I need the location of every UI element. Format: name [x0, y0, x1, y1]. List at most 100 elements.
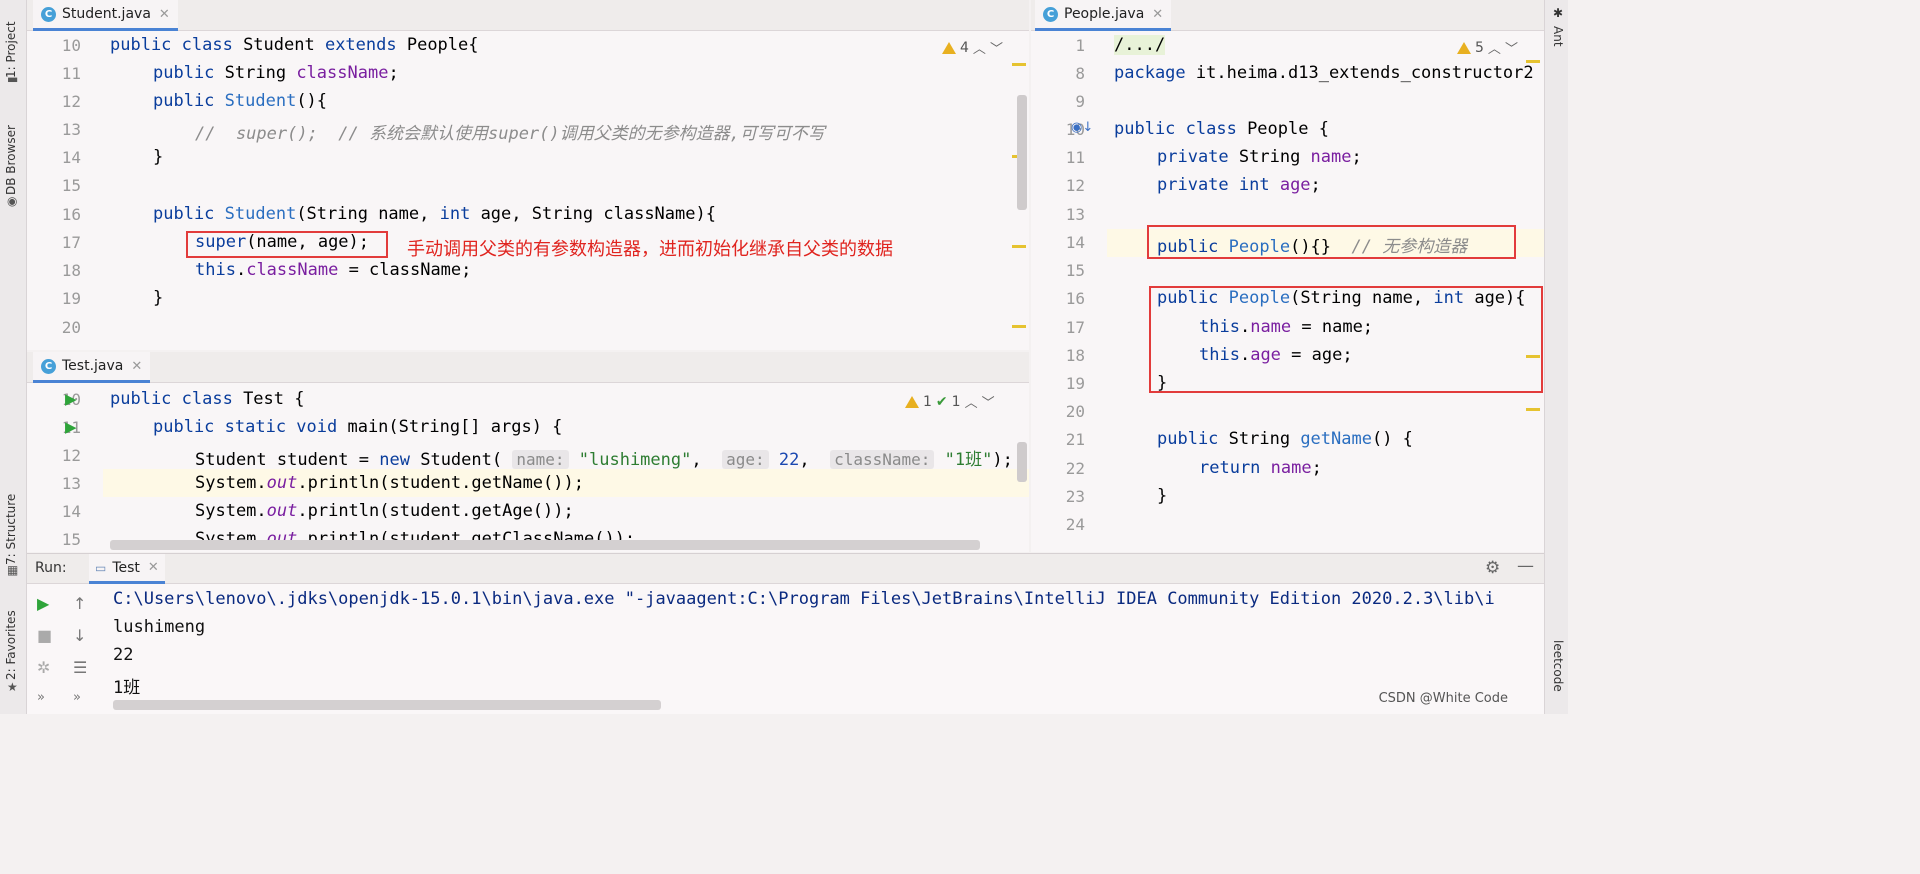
- code-line-14[interactable]: }: [153, 147, 163, 167]
- chevron-up-icon[interactable]: ︿: [973, 38, 986, 57]
- ant-icon: ✱: [1551, 6, 1565, 20]
- vertical-scrollbar[interactable]: [1017, 442, 1027, 482]
- debug-icon[interactable]: ✲: [37, 658, 50, 677]
- favorites-tool-tab[interactable]: 2: Favorites: [4, 600, 24, 680]
- run-gutter-icon[interactable]: ▶: [65, 390, 77, 408]
- token: it.heima.d13_extends_constructor2: [1195, 63, 1534, 83]
- token: People {: [1247, 119, 1329, 139]
- token: 22: [778, 450, 800, 470]
- token: );: [992, 450, 1013, 470]
- code-line-11[interactable]: public static void main(String[] args) {: [153, 417, 562, 437]
- code-line-16[interactable]: public Student(String name, int age, Str…: [153, 204, 716, 224]
- run-tab-test[interactable]: ▭ Test ✕: [89, 554, 165, 584]
- horizontal-scrollbar[interactable]: [110, 540, 980, 550]
- folded-imports[interactable]: /.../: [1114, 35, 1166, 55]
- watermark: CSDN @White Code: [1378, 691, 1508, 706]
- runnable-class-icon: C: [41, 358, 56, 374]
- minimize-icon[interactable]: —: [1517, 556, 1534, 576]
- code-line-8[interactable]: package it.heima.d13_extends_constructor…: [1114, 63, 1534, 83]
- token: ;: [1351, 147, 1362, 167]
- code-line-13[interactable]: System.out.println(student.getName());: [195, 473, 584, 493]
- token: .getName());: [461, 473, 584, 493]
- token: name: [1310, 147, 1352, 167]
- code-line-11[interactable]: public String className;: [153, 63, 399, 83]
- close-tab-icon[interactable]: ✕: [159, 7, 170, 22]
- token: public: [153, 204, 225, 224]
- warning-stripe-mark: [1526, 408, 1540, 411]
- token: (String[] args) {: [388, 417, 563, 437]
- chevron-down-icon[interactable]: ﹀: [982, 392, 995, 411]
- super-call-highlight-box: [186, 231, 388, 258]
- run-tab-label: Test: [112, 559, 140, 576]
- warning-count: 5: [1475, 39, 1484, 56]
- more-actions-icon[interactable]: »: [37, 690, 45, 705]
- token: "1班": [944, 450, 993, 470]
- code-line-21[interactable]: public String getName() {: [1157, 429, 1413, 449]
- token: main: [347, 417, 389, 437]
- code-line-23[interactable]: }: [1157, 486, 1167, 506]
- stop-icon[interactable]: ■: [37, 626, 52, 645]
- run-gutter-icon[interactable]: ▶: [65, 418, 77, 436]
- token: String: [1238, 147, 1311, 167]
- db-browser-tool-tab[interactable]: DB Browser: [4, 115, 24, 195]
- inspection-widget[interactable]: 5 ︿ ﹀: [1457, 38, 1518, 57]
- chevron-up-icon[interactable]: ︿: [1488, 38, 1501, 57]
- tab-student-java[interactable]: C Student.java ✕: [33, 0, 178, 31]
- code-line-10[interactable]: public class Student extends People{: [110, 35, 479, 55]
- gear-icon[interactable]: ⚙: [1485, 558, 1500, 578]
- token: public class: [110, 35, 244, 55]
- token: String: [224, 63, 297, 83]
- chevron-down-icon[interactable]: ﹀: [1505, 38, 1518, 57]
- ant-tool-tab[interactable]: Ant: [1547, 26, 1565, 56]
- database-icon: ◉: [7, 194, 18, 208]
- line-number: 1: [1075, 36, 1085, 55]
- inspection-widget[interactable]: 4 ︿ ﹀: [942, 38, 1003, 57]
- leetcode-tool-tab[interactable]: leetcode: [1547, 640, 1565, 710]
- tab-test-java[interactable]: C Test.java ✕: [33, 352, 151, 383]
- console-horizontal-scrollbar[interactable]: [113, 700, 661, 710]
- code-line-19[interactable]: }: [153, 288, 163, 308]
- vertical-scrollbar[interactable]: [1017, 95, 1027, 210]
- chevron-up-icon[interactable]: ︿: [965, 392, 978, 411]
- check-count: 1: [951, 393, 961, 410]
- scroll-down-icon[interactable]: ↓: [73, 626, 86, 645]
- close-tab-icon[interactable]: ✕: [148, 560, 159, 575]
- more-actions-icon[interactable]: »: [73, 690, 81, 705]
- token: name: [1270, 458, 1312, 478]
- line-number: 13: [1065, 205, 1085, 224]
- code-line-12[interactable]: private int age;: [1157, 175, 1321, 195]
- inspection-widget[interactable]: 1 ✔ 1 ︿ ﹀: [905, 392, 995, 411]
- code-line-11[interactable]: private String name;: [1157, 147, 1362, 167]
- left-tool-strip: 1: Project ▬ DB Browser ◉ 7: Structure ▦…: [0, 0, 27, 714]
- code-line-13-comment[interactable]: // super(); // 系统会默认使用super()调用父类的无参构造器,…: [195, 119, 825, 144]
- close-tab-icon[interactable]: ✕: [131, 359, 142, 374]
- rerun-icon[interactable]: ▶: [37, 594, 49, 613]
- code-line-12[interactable]: Student student = new Student( name: "lu…: [195, 445, 1013, 470]
- token: age, String className){: [480, 204, 716, 224]
- line-number: 20: [61, 318, 81, 337]
- code-line-10[interactable]: public class People {: [1114, 119, 1329, 139]
- line-number: 24: [1065, 515, 1085, 534]
- project-tool-tab[interactable]: 1: Project: [4, 8, 24, 78]
- code-line-14[interactable]: System.out.println(student.getAge());: [195, 501, 574, 521]
- chevron-down-icon[interactable]: ﹀: [990, 38, 1003, 57]
- close-tab-icon[interactable]: ✕: [1152, 7, 1163, 22]
- warning-stripe-mark: [1012, 245, 1026, 248]
- warning-count: 4: [960, 39, 969, 56]
- tab-label: Test.java: [62, 358, 124, 374]
- code-line-10[interactable]: public class Test {: [110, 389, 304, 409]
- code-line-18[interactable]: this.className = className;: [195, 260, 471, 280]
- tab-label: People.java: [1064, 6, 1145, 22]
- tab-people-java[interactable]: C People.java ✕: [1035, 0, 1172, 31]
- token: = className;: [338, 260, 472, 280]
- console-output-line: 1班: [113, 678, 141, 698]
- inherited-by-gutter-icon[interactable]: ◉↓: [1071, 120, 1093, 135]
- scroll-up-icon[interactable]: ↑: [73, 594, 86, 613]
- code-line-22[interactable]: return name;: [1199, 458, 1322, 478]
- code-line-12[interactable]: public Student(){: [153, 91, 327, 111]
- structure-tool-tab[interactable]: 7: Structure: [4, 485, 24, 565]
- soft-wrap-icon[interactable]: ☰: [73, 658, 87, 677]
- token: int: [439, 204, 481, 224]
- token: .println(: [297, 501, 390, 521]
